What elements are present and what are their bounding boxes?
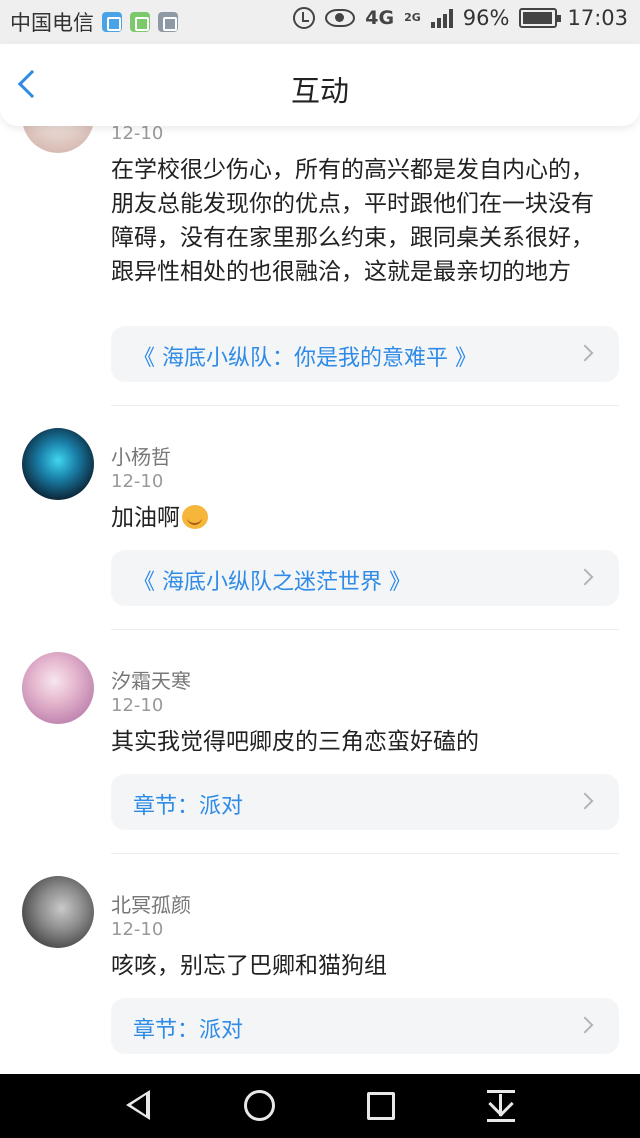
- status-left: 中国电信: [10, 7, 178, 37]
- source-card-label: 《 海底小纵队之迷茫世界 》: [133, 570, 411, 595]
- username[interactable]: 小杨哲: [111, 441, 171, 470]
- eye-comfort-icon: [325, 9, 356, 27]
- network-type-secondary: 2G: [404, 11, 421, 24]
- comment-text-value: 加油啊: [111, 505, 180, 531]
- comment-text: 在学校很少伤心，所有的高兴都是发自内心的，朋友总能发现你的优点，平时跟他们在一块…: [111, 157, 594, 285]
- interaction-feed[interactable]: 12-10 在学校很少伤心，所有的高兴都是发自内心的，朋友总能发现你的优点，平时…: [0, 126, 640, 1074]
- chevron-right-icon: [576, 568, 594, 586]
- battery-percent: 96%: [462, 6, 510, 30]
- username[interactable]: 汐霜天寒: [111, 665, 191, 694]
- system-nav-bar: [0, 1074, 640, 1138]
- app-header: 互动: [0, 44, 640, 126]
- comment-text: 咳咳，别忘了巴卿和猫狗组: [111, 953, 387, 979]
- alarm-icon: [293, 7, 316, 29]
- comment-date: 12-10: [111, 919, 164, 940]
- source-card-label: 《 海底小纵队：你是我的意难平 》: [133, 346, 477, 371]
- divider: [111, 853, 619, 854]
- source-card[interactable]: 《 海底小纵队之迷茫世界 》: [111, 550, 619, 606]
- comment-date: 12-10: [111, 126, 164, 144]
- status-bar: 中国电信 4G 2G 96% 17:03: [0, 0, 640, 44]
- status-right: 4G 2G 96% 17:03: [293, 6, 628, 30]
- carrier-label: 中国电信: [10, 11, 94, 35]
- chevron-right-icon: [576, 1016, 594, 1034]
- source-card[interactable]: 《 海底小纵队：你是我的意难平 》: [111, 326, 619, 382]
- divider: [111, 405, 619, 406]
- nav-home-icon[interactable]: [244, 1090, 275, 1121]
- comment-text: 其实我觉得吧卿皮的三角恋蛮好磕的: [111, 729, 479, 755]
- avatar[interactable]: [22, 126, 94, 153]
- source-card-label: 章节：派对: [133, 794, 244, 819]
- smile-emoji-icon: [182, 505, 208, 529]
- comment-text: 加油啊: [111, 501, 611, 535]
- avatar[interactable]: [22, 428, 94, 500]
- source-card[interactable]: 章节：派对: [111, 998, 619, 1054]
- nav-back-icon[interactable]: [126, 1090, 150, 1120]
- source-card[interactable]: 章节：派对: [111, 774, 619, 830]
- signal-icon: [430, 8, 453, 28]
- android-notification-icon: [130, 12, 150, 32]
- network-type: 4G: [365, 7, 395, 29]
- chevron-right-icon: [576, 792, 594, 810]
- nav-recent-apps-icon[interactable]: [367, 1092, 395, 1120]
- page-title: 互动: [290, 74, 349, 108]
- nav-notification-pulldown-icon[interactable]: [487, 1090, 515, 1122]
- battery-icon: [519, 8, 562, 28]
- source-card-label: 章节：派对: [133, 1018, 244, 1043]
- app-notification-icon: [102, 12, 122, 32]
- chevron-right-icon: [576, 344, 594, 362]
- image-notification-icon: [158, 12, 178, 32]
- clock: 17:03: [567, 6, 628, 30]
- avatar[interactable]: [22, 876, 94, 948]
- divider: [111, 629, 619, 630]
- comment-date: 12-10: [111, 471, 164, 492]
- comment-date: 12-10: [111, 695, 164, 716]
- avatar[interactable]: [22, 652, 94, 724]
- username[interactable]: 北冥孤颜: [111, 889, 191, 918]
